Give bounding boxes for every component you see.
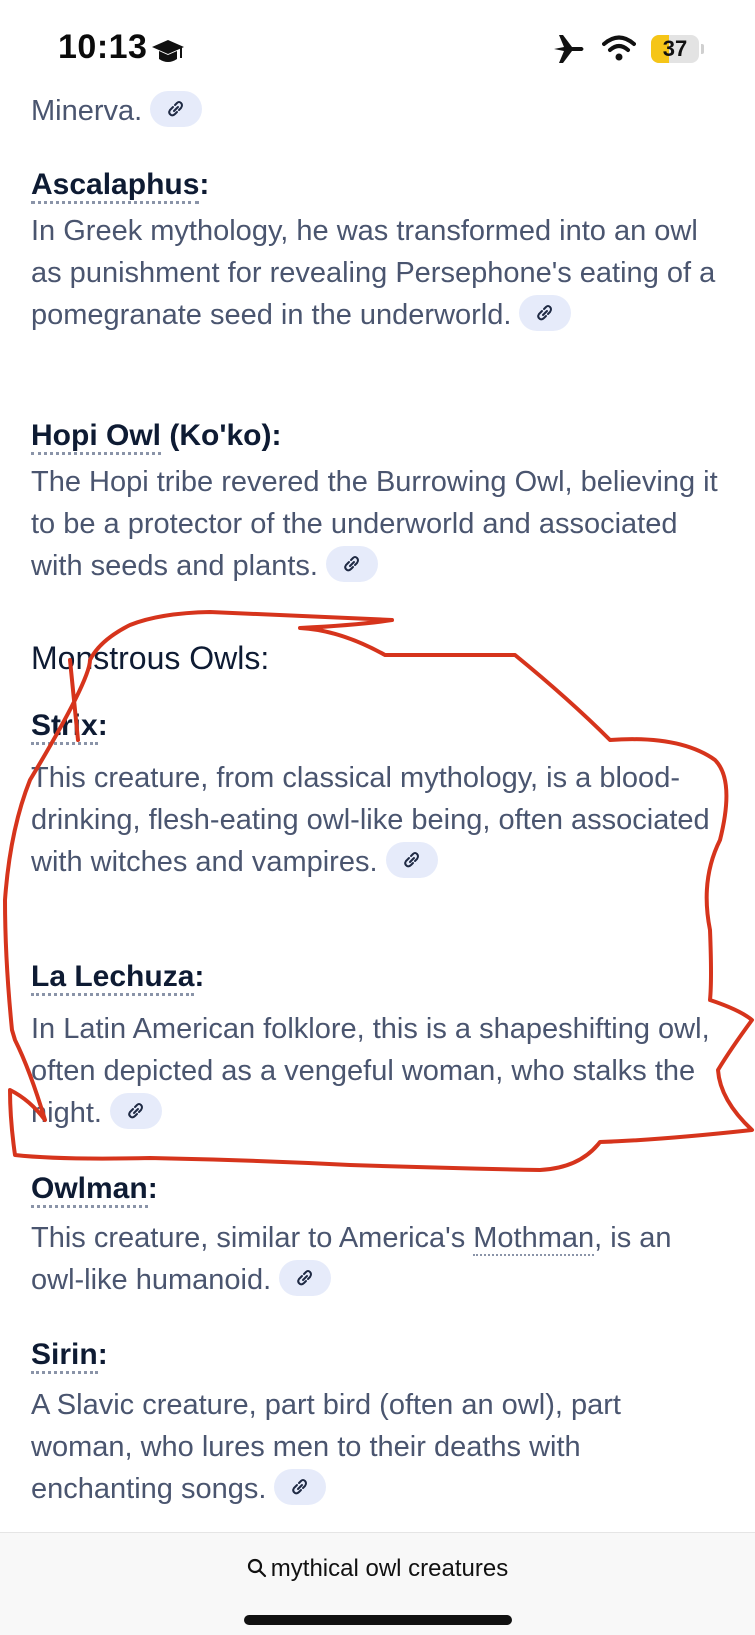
entry-body: This creature, from classical mythology,…	[31, 757, 721, 883]
source-link-chip[interactable]	[274, 1469, 327, 1506]
home-indicator[interactable]	[244, 1615, 512, 1625]
search-icon	[247, 1558, 266, 1577]
entry-trailing: Minerva.	[31, 90, 721, 132]
entry-text: In Greek mythology, he was transformed i…	[31, 215, 716, 331]
mothman-link[interactable]: Mothman	[473, 1222, 595, 1256]
entry-heading: Owlman:	[31, 1172, 158, 1208]
status-time: 10:13	[58, 28, 148, 66]
source-link-chip[interactable]	[385, 842, 438, 879]
entry-body: In Latin American folklore, this is a sh…	[31, 1008, 721, 1134]
entry-heading: Strix:	[31, 709, 108, 745]
battery-icon: 37	[651, 35, 704, 63]
source-link-chip[interactable]	[325, 546, 378, 583]
entry-body: In Greek mythology, he was transformed i…	[31, 210, 721, 336]
entry-heading-suffix: :	[147, 1172, 158, 1205]
link-icon	[292, 1479, 308, 1495]
battery-percent: 37	[662, 36, 688, 61]
entry-heading: Sirin:	[31, 1338, 108, 1374]
entry-term-link[interactable]: Ascalaphus	[31, 168, 200, 204]
search-query-display[interactable]: mythical owl creatures	[0, 1555, 755, 1583]
airplane-icon	[554, 35, 584, 63]
entry-heading-suffix: :	[194, 960, 205, 993]
source-link-chip[interactable]	[150, 91, 203, 128]
entry-term-link[interactable]: Strix	[31, 709, 98, 745]
entry-heading-suffix: :	[199, 168, 210, 201]
source-link-chip[interactable]	[279, 1260, 332, 1297]
link-icon	[403, 852, 419, 868]
entry-body: This creature, similar to America's Moth…	[31, 1217, 721, 1301]
graduation-cap-icon	[152, 40, 184, 62]
wifi-icon	[602, 35, 636, 61]
link-icon	[128, 1103, 143, 1119]
bottom-search-bar[interactable]: mythical owl creatures	[0, 1532, 755, 1635]
entry-text: This creature, similar to America's	[31, 1222, 474, 1254]
entry-term-link[interactable]: Hopi Owl	[31, 419, 161, 455]
entry-heading-suffix: :	[97, 709, 108, 742]
entry-term-link[interactable]: Owlman	[31, 1172, 148, 1208]
entry-body: The Hopi tribe revered the Burrowing Owl…	[31, 461, 721, 587]
entry-heading-suffix: (Ko'ko):	[161, 419, 282, 452]
search-query-text: mythical owl creatures	[270, 1555, 509, 1582]
status-bar: 10:13 37	[0, 0, 755, 100]
link-icon	[537, 305, 553, 321]
entry-heading: La Lechuza:	[31, 960, 205, 996]
entry-heading: Hopi Owl (Ko'ko):	[31, 419, 282, 455]
link-icon	[168, 101, 184, 117]
link-icon	[297, 1270, 313, 1286]
source-link-chip[interactable]	[519, 295, 572, 332]
entry-body: A Slavic creature, part bird (often an o…	[31, 1384, 721, 1510]
entry-heading-suffix: :	[97, 1338, 108, 1371]
source-link-chip[interactable]	[109, 1093, 162, 1130]
entry-heading: Ascalaphus:	[31, 168, 210, 204]
entry-text: This creature, from classical mythology,…	[31, 762, 710, 878]
link-icon	[344, 556, 359, 572]
entry-term-link[interactable]: La Lechuza	[31, 960, 195, 996]
entry-text: Minerva.	[31, 95, 143, 127]
entry-term-link[interactable]: Sirin	[31, 1338, 98, 1374]
section-title: Monstrous Owls:	[31, 640, 270, 676]
